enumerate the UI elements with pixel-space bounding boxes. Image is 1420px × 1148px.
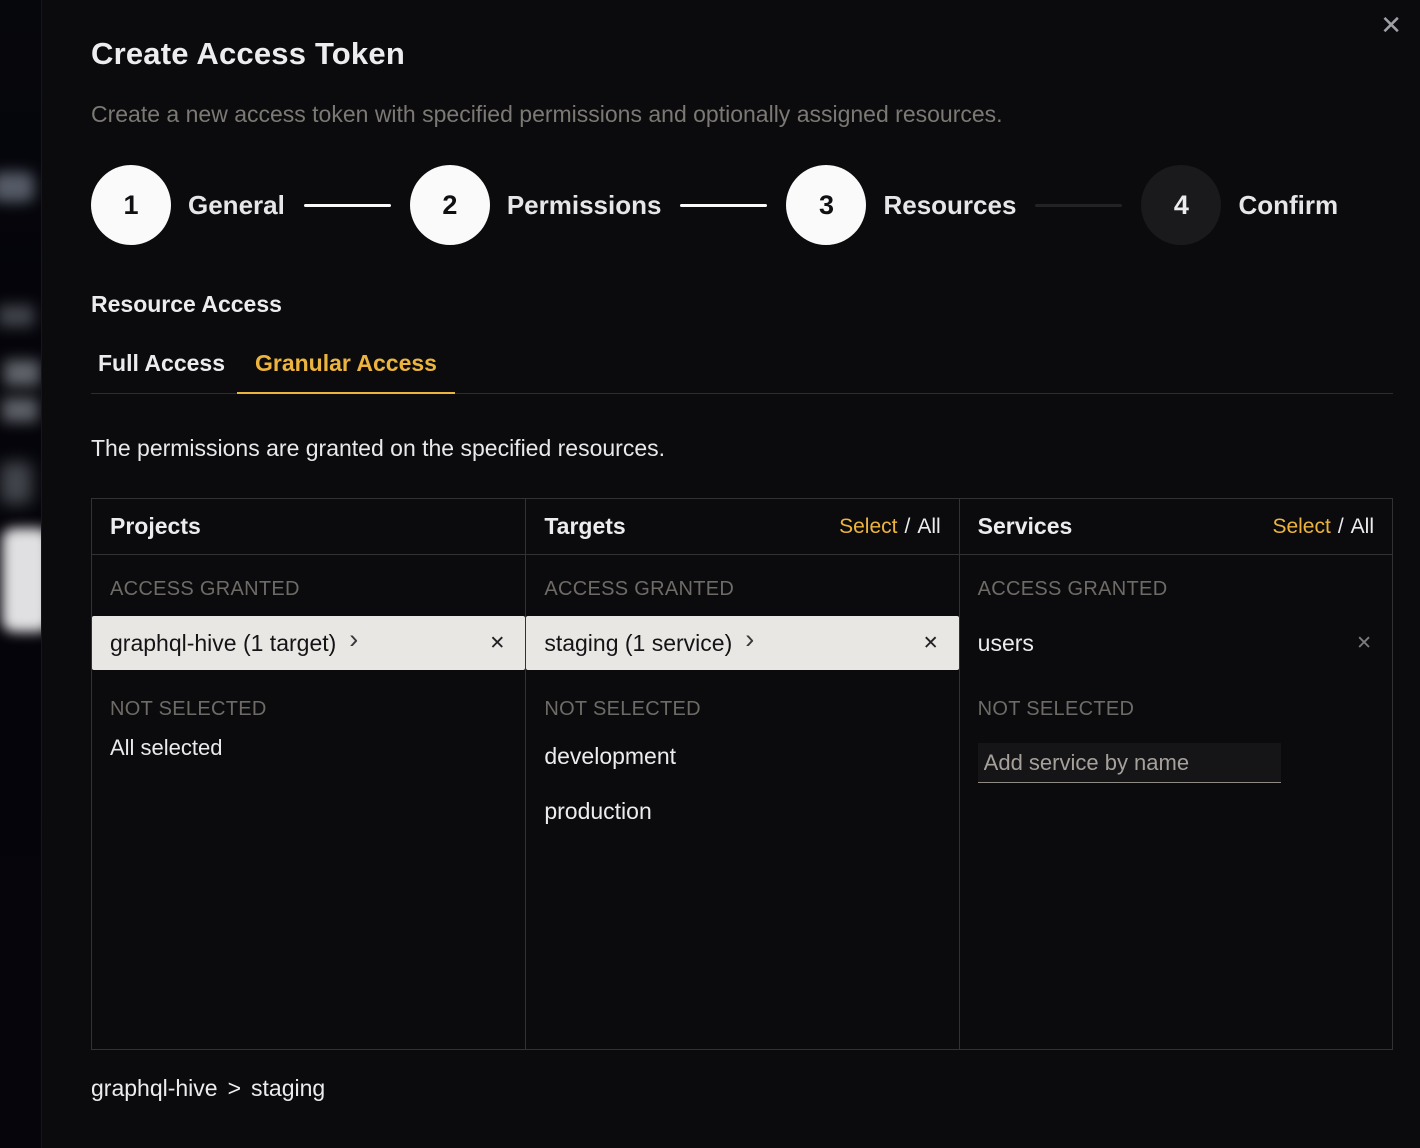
targets-column: Targets Select / All ACCESS GRANTED stag… — [525, 499, 958, 1049]
step-number-circle: 4 — [1141, 165, 1221, 245]
background-page-blur — [0, 0, 41, 1148]
select-all-separator: / — [1338, 515, 1344, 539]
create-access-token-modal: ✕ Create Access Token Create a new acces… — [41, 0, 1420, 1148]
background-blob — [0, 305, 34, 327]
services-select-all-control: Select / All — [1272, 515, 1374, 539]
access-granted-label: ACCESS GRANTED — [110, 578, 507, 601]
target-item-development[interactable]: development — [526, 729, 958, 784]
services-column: Services Select / All ACCESS GRANTED use… — [959, 499, 1392, 1049]
step-number-circle: 3 — [786, 165, 866, 245]
select-all-separator: / — [904, 515, 910, 539]
remove-icon[interactable]: ✕ — [923, 634, 939, 653]
not-selected-label: NOT SELECTED — [544, 698, 940, 721]
remove-icon[interactable]: ✕ — [1356, 634, 1372, 653]
page-title: Create Access Token — [91, 36, 1392, 72]
column-title: Projects — [110, 513, 201, 540]
resource-selection-table: Projects ACCESS GRANTED graphql-hive (1 … — [91, 498, 1393, 1050]
modal-subtitle: Create a new access token with specified… — [91, 101, 1392, 128]
breadcrumb-project: graphql-hive — [91, 1075, 218, 1102]
background-blob — [0, 172, 34, 202]
step-number-circle: 1 — [91, 165, 171, 245]
projects-column-header: Projects — [92, 499, 525, 555]
step-general[interactable]: 1 General — [91, 165, 285, 245]
services-column-header: Services Select / All — [960, 499, 1392, 555]
column-title: Services — [978, 513, 1073, 540]
not-selected-label: NOT SELECTED — [978, 698, 1374, 721]
services-all-link[interactable]: All — [1351, 515, 1374, 539]
step-label: Permissions — [507, 190, 662, 221]
breadcrumb-separator: > — [228, 1075, 241, 1102]
projects-column: Projects ACCESS GRANTED graphql-hive (1 … — [92, 499, 525, 1049]
chevron-right-icon: › — [745, 629, 754, 657]
step-label: Confirm — [1238, 190, 1338, 221]
chevron-right-icon: › — [349, 629, 358, 657]
step-connector — [1035, 204, 1122, 207]
granted-project-row[interactable]: graphql-hive (1 target) › ✕ — [92, 616, 525, 670]
target-item-production[interactable]: production — [526, 784, 958, 839]
breadcrumb: graphql-hive > staging — [91, 1075, 1392, 1102]
granted-service-label: users — [978, 630, 1034, 657]
access-granted-label: ACCESS GRANTED — [978, 578, 1374, 601]
step-number-circle: 2 — [410, 165, 490, 245]
targets-select-all-control: Select / All — [839, 515, 941, 539]
close-icon[interactable]: ✕ — [1380, 12, 1402, 38]
unselected-targets-list: development production — [526, 729, 958, 839]
step-permissions[interactable]: 2 Permissions — [410, 165, 662, 245]
all-selected-note: All selected — [110, 735, 507, 761]
services-select-link[interactable]: Select — [1272, 515, 1330, 539]
breadcrumb-target: staging — [251, 1075, 325, 1102]
background-blob — [2, 528, 41, 632]
targets-select-link[interactable]: Select — [839, 515, 897, 539]
access-granted-label: ACCESS GRANTED — [544, 578, 940, 601]
step-label: Resources — [883, 190, 1016, 221]
background-blob — [4, 360, 40, 386]
targets-all-link[interactable]: All — [917, 515, 940, 539]
step-resources[interactable]: 3 Resources — [786, 165, 1016, 245]
resource-access-heading: Resource Access — [91, 291, 1392, 318]
tab-full-access[interactable]: Full Access — [91, 350, 237, 394]
background-blob — [0, 462, 32, 504]
background-blob — [2, 398, 38, 422]
step-confirm[interactable]: 4 Confirm — [1141, 165, 1338, 245]
not-selected-label: NOT SELECTED — [110, 698, 507, 721]
granted-project-label: graphql-hive (1 target) — [110, 630, 336, 657]
tab-granular-access[interactable]: Granular Access — [237, 350, 455, 394]
targets-column-header: Targets Select / All — [526, 499, 958, 555]
granted-service-row[interactable]: users ✕ — [960, 616, 1392, 670]
granted-target-row[interactable]: staging (1 service) › ✕ — [526, 616, 958, 670]
granted-target-label: staging (1 service) — [544, 630, 732, 657]
granular-access-description: The permissions are granted on the speci… — [91, 435, 1392, 462]
step-connector — [680, 204, 767, 207]
step-connector — [304, 204, 391, 207]
column-title: Targets — [544, 513, 625, 540]
step-label: General — [188, 190, 285, 221]
stepper: 1 General 2 Permissions 3 Resources 4 Co… — [91, 165, 1392, 245]
remove-icon[interactable]: ✕ — [489, 634, 505, 653]
add-service-input[interactable] — [978, 743, 1281, 783]
access-mode-tabs: Full Access Granular Access — [91, 350, 1393, 394]
